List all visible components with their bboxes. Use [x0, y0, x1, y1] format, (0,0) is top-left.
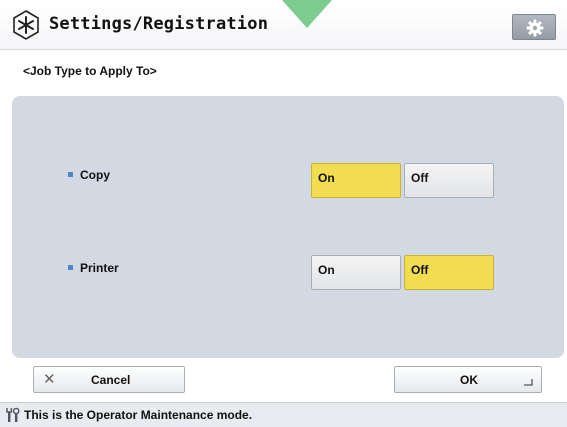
page-title: Settings/Registration	[49, 14, 269, 34]
copy-off-label: Off	[411, 171, 429, 185]
bullet-icon	[68, 172, 73, 178]
title-bar: Settings/Registration	[0, 0, 567, 50]
printer-off-button[interactable]: Off	[404, 255, 494, 290]
section-subtitle: <Job Type to Apply To>	[23, 64, 157, 78]
printer-off-label: Off	[411, 263, 429, 277]
settings-gear-button[interactable]	[512, 14, 556, 40]
gear-icon	[526, 19, 544, 37]
row-label-printer: Printer	[68, 261, 119, 275]
status-message: This is the Operator Maintenance mode.	[24, 408, 253, 422]
close-icon: ✕	[43, 371, 56, 388]
scroll-down-arrow-icon[interactable]	[282, 0, 332, 30]
status-bar: This is the Operator Maintenance mode.	[0, 402, 567, 427]
row-label-copy: Copy	[68, 168, 110, 182]
cancel-button[interactable]: ✕ Cancel	[33, 366, 185, 393]
wrench-icon	[6, 407, 20, 422]
row-label-copy-text: Copy	[80, 168, 110, 182]
enter-corner-icon	[524, 379, 533, 386]
copy-on-label: On	[318, 171, 335, 185]
printer-on-button[interactable]: On	[311, 255, 401, 290]
ok-button[interactable]: OK	[394, 366, 542, 393]
row-label-printer-text: Printer	[80, 261, 119, 275]
ok-label: OK	[460, 373, 478, 387]
settings-panel	[12, 96, 564, 358]
bullet-icon	[68, 265, 73, 271]
printer-on-label: On	[318, 263, 335, 277]
cancel-label: Cancel	[91, 373, 131, 387]
settings-asterisk-icon	[13, 10, 39, 40]
copy-off-button[interactable]: Off	[404, 163, 494, 198]
copy-on-button[interactable]: On	[311, 163, 401, 198]
